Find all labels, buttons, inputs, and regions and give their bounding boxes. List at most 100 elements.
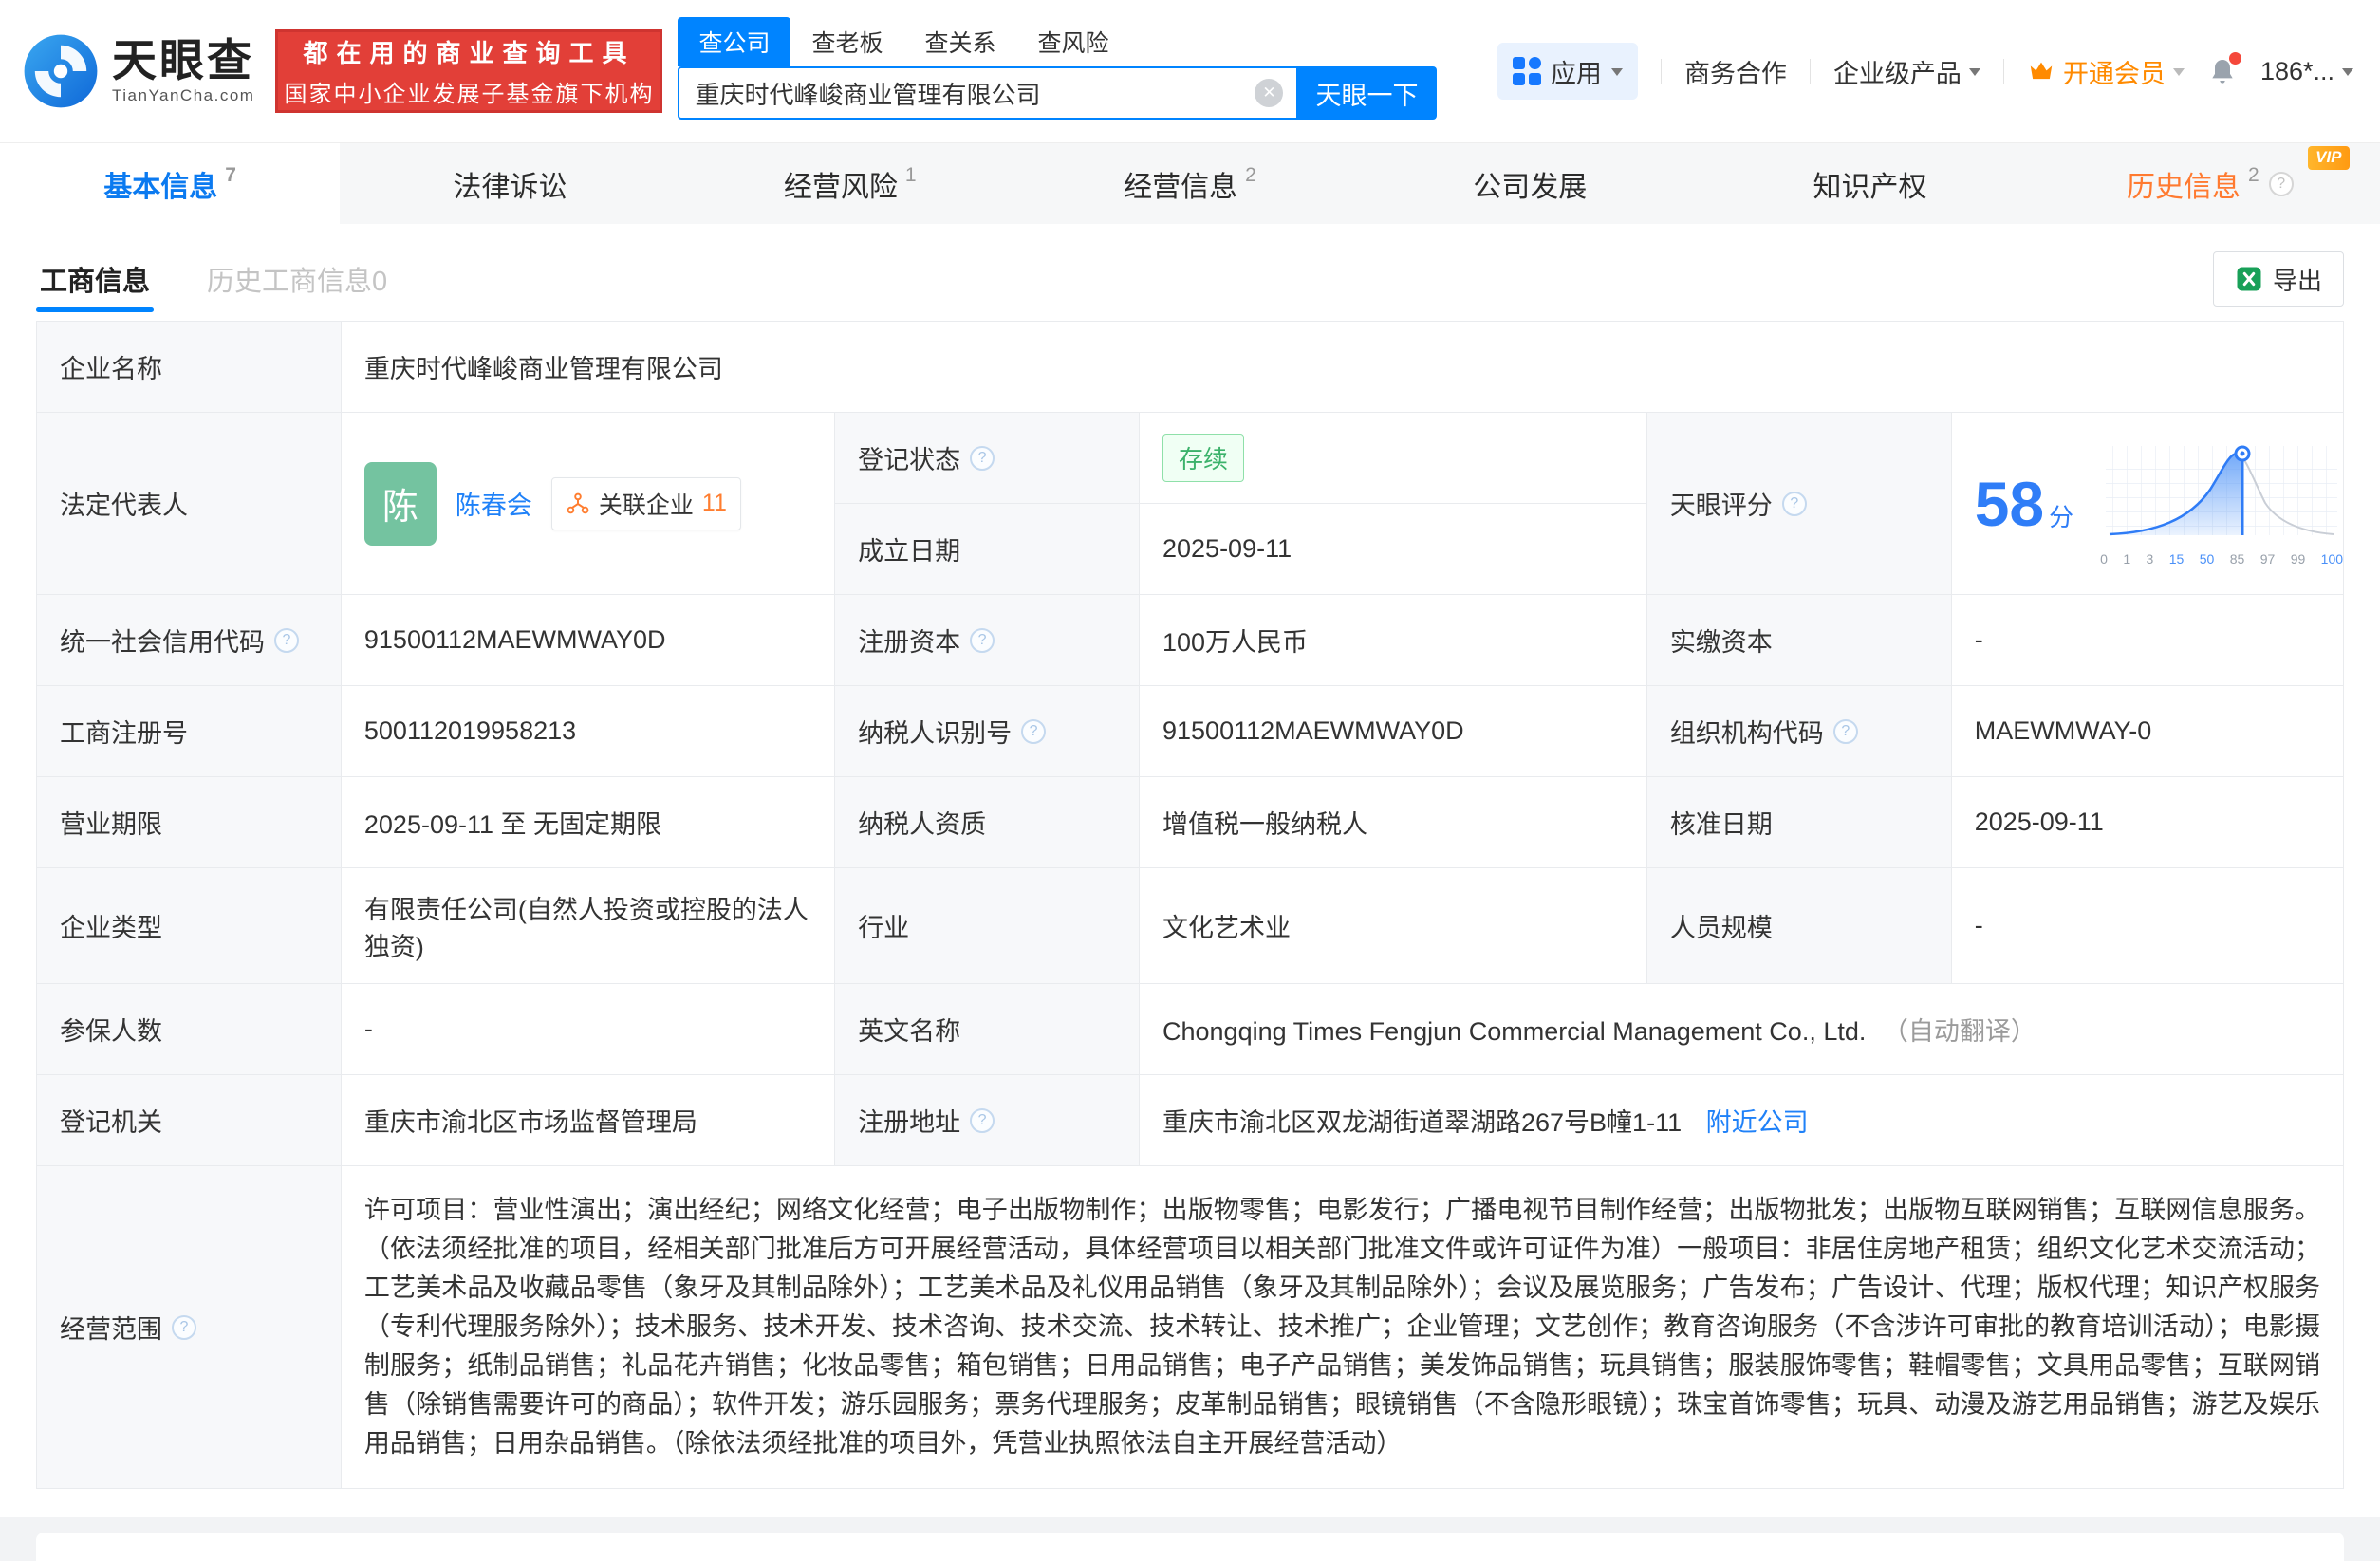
- help-icon[interactable]: [2268, 171, 2294, 196]
- tab-operation-info[interactable]: 经营信息 2: [1020, 143, 1360, 224]
- tab-count: 2: [1245, 163, 1256, 186]
- subtab-history-business-info[interactable]: 历史工商信息0: [203, 242, 391, 316]
- table-row: 营业期限 2025-09-11 至 无固定期限 纳税人资质 增值税一般纳税人 核…: [36, 776, 2345, 868]
- company-type-value: 有限责任公司(自然人投资或控股的法人独资): [340, 867, 836, 984]
- field-label: 登记状态: [834, 412, 1140, 504]
- nav-enterprise-products[interactable]: 企业级产品: [1833, 53, 1980, 90]
- tab-legal-proceedings[interactable]: 法律诉讼: [340, 143, 679, 224]
- field-label: 经营范围: [36, 1165, 342, 1489]
- legal-rep-link[interactable]: 陈春会: [456, 485, 532, 522]
- tab-company-development[interactable]: 公司发展: [1360, 143, 1700, 224]
- field-label: 营业期限: [36, 776, 342, 868]
- chevron-down-icon: [1610, 68, 1623, 82]
- field-label: 人员规模: [1646, 867, 1952, 984]
- score-axis-ticks: 01 3 15 50 85 97 99 100: [2100, 551, 2344, 567]
- clear-icon[interactable]: [1255, 79, 1284, 107]
- table-row: 经营范围 许可项目：营业性演出；演出经纪；网络文化经营；电子出版物制作；出版物零…: [36, 1165, 2345, 1489]
- table-row: 参保人数 - 英文名称 Chongqing Times Fengjun Comm…: [36, 983, 2344, 1075]
- subtab-business-info[interactable]: 工商信息: [36, 242, 155, 316]
- search-input-wrap: [678, 66, 1297, 120]
- brand-name: 天眼查: [112, 35, 254, 86]
- est-date-value: 2025-09-11: [1139, 503, 1647, 595]
- org-code-value: MAEWMWAY-0: [1950, 685, 2345, 777]
- help-icon[interactable]: [970, 1107, 995, 1133]
- notifications-bell[interactable]: [2207, 52, 2241, 86]
- search-button[interactable]: 天眼一下: [1296, 66, 1438, 120]
- field-label: 参保人数: [36, 983, 342, 1075]
- nearby-companies-link[interactable]: 附近公司: [1706, 1108, 1809, 1137]
- org-chart-icon: [567, 492, 589, 513]
- nav-divider: [1660, 59, 1662, 84]
- reg-number-value: 500112019958213: [340, 685, 836, 777]
- logo-eye-icon: [24, 34, 98, 108]
- credit-code-value: 91500112MAEWMWAY0D: [340, 594, 836, 686]
- top-header: 天眼查 TianYanCha.com 都在用的商业查询工具 国家中小企业发展子基…: [0, 0, 2380, 142]
- taxpayer-quality-value: 增值税一般纳税人: [1139, 776, 1647, 868]
- help-icon[interactable]: [1781, 491, 1807, 516]
- auto-translate-note: （自动翻译）: [1882, 1017, 2036, 1046]
- excel-icon: [2237, 267, 2261, 291]
- tianyancha-logo[interactable]: 天眼查 TianYanCha.com: [23, 33, 254, 109]
- nav-open-vip[interactable]: 开通会员: [2027, 53, 2185, 90]
- tab-operation-risk[interactable]: 经营风险 1: [680, 143, 1020, 224]
- help-icon[interactable]: [274, 627, 299, 653]
- tab-count: 7: [225, 163, 236, 186]
- subtab-row: 工商信息 历史工商信息0 导出: [36, 237, 2344, 321]
- help-icon[interactable]: [1021, 718, 1047, 744]
- basic-info-section: 工商信息 历史工商信息0 导出 企业名称 重庆时代峰峻商业管理有限公司 法定代表…: [0, 224, 2380, 1489]
- related-companies-badge[interactable]: 关联企业 11: [550, 476, 741, 530]
- field-label: 英文名称: [834, 983, 1140, 1075]
- search-input[interactable]: [695, 78, 1255, 108]
- field-label: 企业类型: [36, 867, 342, 984]
- apps-menu[interactable]: 应用: [1497, 43, 1638, 100]
- chevron-down-icon: [2342, 68, 2353, 82]
- table-row: 登记机关 重庆市渝北区市场监督管理局 注册地址 重庆市渝北区双龙湖街道翠湖路26…: [36, 1074, 2344, 1166]
- tab-count: 1: [904, 163, 917, 186]
- field-label: 成立日期: [834, 503, 1140, 595]
- nav-divider: [2002, 59, 2004, 84]
- business-term-value: 2025-09-11 至 无固定期限: [340, 776, 836, 868]
- search-tab-company[interactable]: 查公司: [678, 17, 791, 66]
- help-icon[interactable]: [172, 1314, 196, 1340]
- nav-cooperation[interactable]: 商务合作: [1684, 53, 1787, 90]
- nav-divider: [1809, 59, 1811, 84]
- business-info-table: 企业名称 重庆时代峰峻商业管理有限公司 法定代表人 陈 陈春会 关联企业 11 …: [36, 321, 2345, 1489]
- company-name-value: 重庆时代峰峻商业管理有限公司: [340, 321, 2345, 413]
- score-cell: 58 分 0 1 3 15 50 85 97 99 100: [1950, 412, 2345, 595]
- account-menu[interactable]: 186*...: [2260, 57, 2353, 86]
- search-tab-boss[interactable]: 查老板: [790, 17, 903, 66]
- tab-intellectual-property[interactable]: 知识产权: [1700, 143, 2039, 224]
- reg-authority-value: 重庆市渝北区市场监督管理局: [340, 1074, 836, 1166]
- english-name-value: Chongqing Times Fengjun Commercial Manag…: [1139, 983, 2344, 1075]
- promo-banner: 都在用的商业查询工具 国家中小企业发展子基金旗下机构: [275, 29, 663, 113]
- search-tabs: 查公司 查老板 查关系 查风险: [678, 17, 1437, 66]
- export-button[interactable]: 导出: [2212, 251, 2344, 307]
- help-icon[interactable]: [1832, 718, 1858, 744]
- top-nav: 应用 商务合作 企业级产品 开通会员 186*...: [1497, 43, 2353, 100]
- page-background: [0, 1517, 2380, 1561]
- notification-dot: [2228, 52, 2241, 65]
- chevron-down-icon: [2172, 68, 2185, 82]
- search-tab-relation[interactable]: 查关系: [903, 17, 1016, 66]
- field-label: 注册地址: [834, 1074, 1140, 1166]
- table-row: 企业名称 重庆时代峰峻商业管理有限公司: [36, 321, 2345, 413]
- table-row: 工商注册号 500112019958213 纳税人识别号 91500112MAE…: [36, 685, 2345, 777]
- tab-basic-info[interactable]: 基本信息 7: [0, 143, 341, 224]
- table-row: 法定代表人 陈 陈春会 关联企业 11 登记状态 ? 存续 天眼评分 ? 58 …: [36, 412, 2345, 595]
- next-section-card: [36, 1533, 2344, 1561]
- business-scope-value: 许可项目：营业性演出；演出经纪；网络文化经营；电子出版物制作；出版物零售；电影发…: [340, 1165, 2345, 1489]
- tab-history-info[interactable]: VIP 历史信息 2: [2040, 143, 2380, 224]
- vip-badge: VIP: [2308, 146, 2350, 170]
- industry-value: 文化艺术业: [1139, 867, 1647, 984]
- reg-address-value: 重庆市渝北区双龙湖街道翠湖路267号B幢1-11 附近公司: [1139, 1074, 2344, 1166]
- brand-site: TianYanCha.com: [112, 85, 255, 104]
- account-phone: 186*...: [2259, 56, 2334, 85]
- search-tab-risk[interactable]: 查风险: [1017, 17, 1130, 66]
- field-label: 纳税人识别号: [834, 685, 1140, 777]
- avatar[interactable]: 陈: [363, 461, 437, 546]
- reg-capital-value: 100万人民币: [1139, 594, 1647, 686]
- table-row: 统一社会信用代码 91500112MAEWMWAY0D 注册资本 100万人民币…: [36, 594, 2345, 686]
- help-icon[interactable]: [970, 445, 995, 471]
- company-tab-bar: 基本信息 7 法律诉讼 经营风险 1 经营信息 2 公司发展 知识产权 VIP …: [0, 142, 2380, 224]
- help-icon[interactable]: [970, 627, 995, 653]
